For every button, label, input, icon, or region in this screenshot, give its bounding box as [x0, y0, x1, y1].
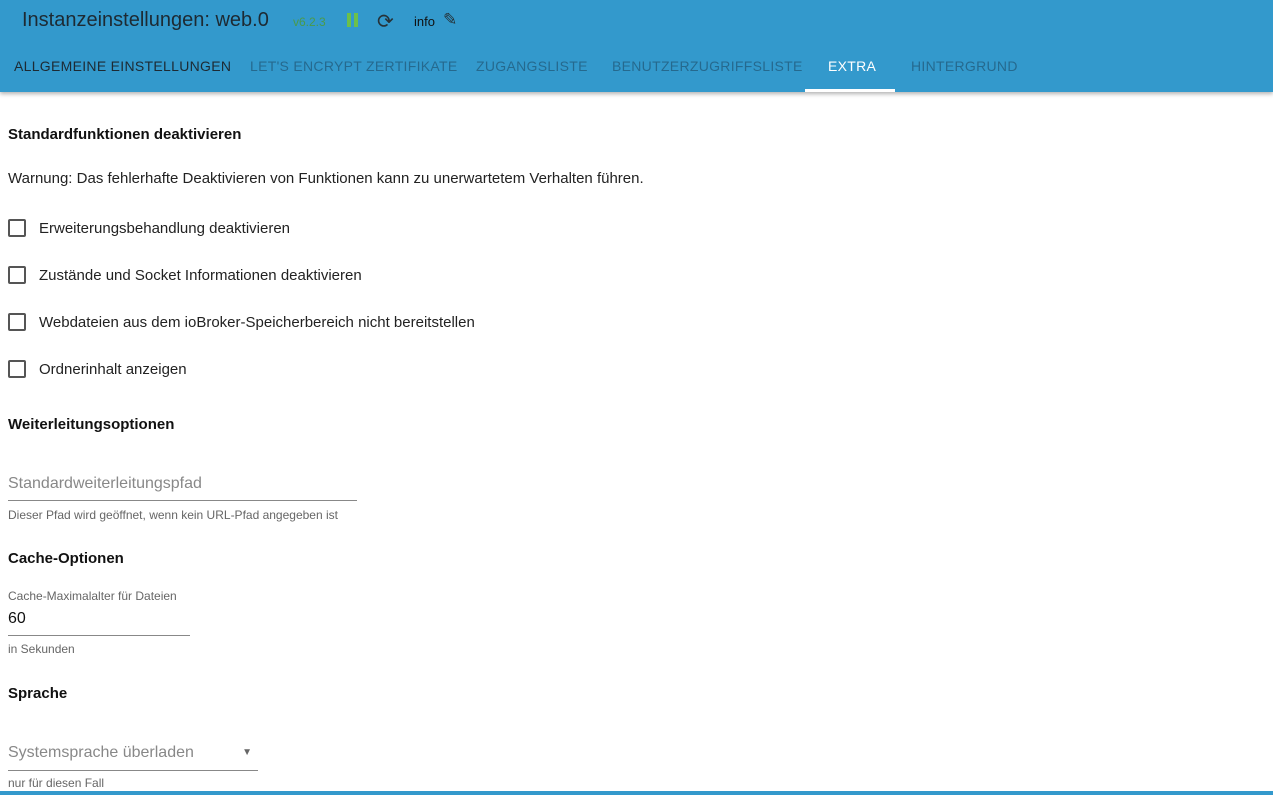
app-bar: Instanzeinstellungen: web.0 v6.2.3 ⟳ inf…	[0, 0, 1273, 92]
placeholder: Systemsprache überladen	[8, 744, 194, 761]
checkbox-icon[interactable]	[8, 360, 26, 378]
tab-zugangsliste[interactable]: ZUGANGSLISTE	[476, 58, 588, 74]
bottom-bar	[0, 791, 1273, 795]
version-label: v6.2.3	[293, 15, 326, 29]
dropdown-arrow-icon: ▼	[242, 747, 252, 758]
input-value: 60	[8, 610, 26, 627]
section-title: Standardfunktionen deaktivieren	[8, 126, 242, 143]
checkbox-icon[interactable]	[8, 266, 26, 284]
tab-benutzerzugriffsliste[interactable]: BENUTZERZUGRIFFSLISTE	[612, 58, 803, 74]
tab-extra[interactable]: EXTRA	[828, 58, 876, 74]
cache-max-age-input[interactable]: 60	[8, 610, 190, 636]
helper-text: Dieser Pfad wird geöffnet, wenn kein URL…	[8, 508, 338, 522]
redirect-path-input[interactable]: Standardweiterleitungspfad	[8, 475, 357, 501]
section-title: Sprache	[8, 685, 68, 702]
checkbox-label: Erweiterungsbehandlung deaktivieren	[39, 219, 291, 237]
helper-text: in Sekunden	[8, 642, 75, 656]
checkbox-folder[interactable]: Ordnerinhalt anzeigen	[8, 360, 187, 378]
language-select[interactable]: Systemsprache überladen ▼	[8, 744, 258, 771]
warning-text: Warnung: Das fehlerhafte Deaktivieren vo…	[8, 170, 644, 187]
checkbox-webfiles[interactable]: Webdateien aus dem ioBroker-Speicherbere…	[8, 313, 475, 331]
reload-icon[interactable]: ⟳	[377, 9, 394, 34]
checkbox-icon[interactable]	[8, 219, 26, 237]
tab-hintergrund[interactable]: HINTERGRUND	[911, 58, 1018, 74]
info-label: info	[414, 14, 435, 29]
section-title: Weiterleitungsoptionen	[8, 416, 175, 433]
tab-letsencrypt[interactable]: LET'S ENCRYPT ZERTIFIKATE	[250, 58, 458, 74]
active-tab-indicator	[805, 89, 895, 92]
checkbox-label: Ordnerinhalt anzeigen	[39, 360, 187, 378]
helper-text: nur für diesen Fall	[8, 776, 105, 790]
field-label: Cache-Maximalalter für Dateien	[8, 589, 177, 603]
checkbox-states[interactable]: Zustände und Socket Informationen deakti…	[8, 266, 362, 284]
placeholder: Standardweiterleitungspfad	[8, 475, 202, 492]
tab-allgemeine[interactable]: ALLGEMEINE EINSTELLUNGEN	[14, 58, 231, 74]
section-title: Cache-Optionen	[8, 550, 124, 567]
checkbox-label: Zustände und Socket Informationen deakti…	[39, 266, 362, 284]
checkbox-extension[interactable]: Erweiterungsbehandlung deaktivieren	[8, 219, 290, 237]
checkbox-label: Webdateien aus dem ioBroker-Speicherbere…	[39, 313, 475, 331]
checkbox-icon[interactable]	[8, 313, 26, 331]
pause-icon[interactable]	[347, 13, 359, 27]
edit-icon[interactable]: ✎	[443, 10, 457, 30]
page-title: Instanzeinstellungen: web.0	[22, 9, 269, 31]
